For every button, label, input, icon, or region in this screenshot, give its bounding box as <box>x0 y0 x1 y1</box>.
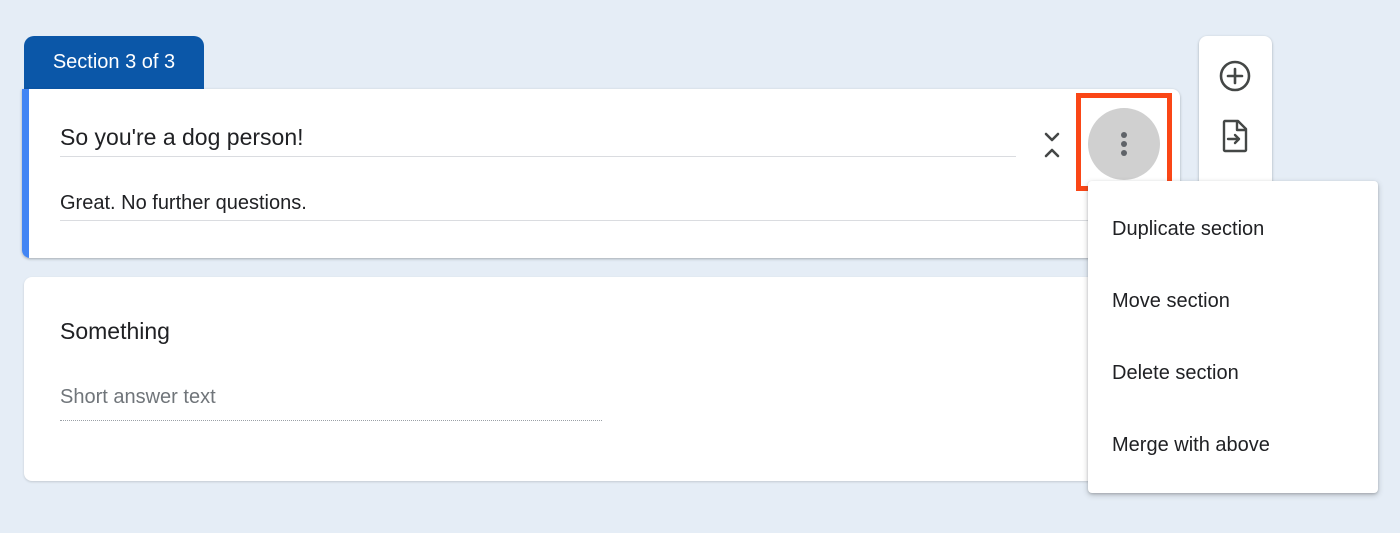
section-accent-bar <box>22 89 29 258</box>
import-icon <box>1222 119 1248 153</box>
section-title-field[interactable]: So you're a dog person! <box>60 121 1016 157</box>
more-vert-icon <box>1121 132 1127 156</box>
question-title[interactable]: Something <box>60 315 170 347</box>
menu-item-delete-section[interactable]: Delete section <box>1088 337 1378 409</box>
section-tab-label: Section 3 of 3 <box>52 51 176 73</box>
add-question-button[interactable] <box>1215 56 1255 96</box>
section-tab: Section 3 of 3 <box>24 36 204 92</box>
section-header-card: So you're a dog person! Great. No furthe… <box>22 89 1180 258</box>
menu-item-merge-with-above[interactable]: Merge with above <box>1088 409 1378 481</box>
more-options-button[interactable] <box>1088 108 1160 180</box>
question-card[interactable]: Something Short answer text <box>24 277 1180 481</box>
add-circle-icon <box>1219 60 1251 92</box>
short-answer-placeholder: Short answer text <box>60 381 602 421</box>
section-options-menu: Duplicate section Move section Delete se… <box>1088 181 1378 493</box>
side-toolbar <box>1199 36 1272 196</box>
section-description-field[interactable]: Great. No further questions. <box>60 189 1120 221</box>
import-questions-button[interactable] <box>1215 116 1255 156</box>
collapse-icon[interactable] <box>1040 129 1064 161</box>
menu-item-move-section[interactable]: Move section <box>1088 265 1378 337</box>
menu-item-duplicate-section[interactable]: Duplicate section <box>1088 193 1378 265</box>
